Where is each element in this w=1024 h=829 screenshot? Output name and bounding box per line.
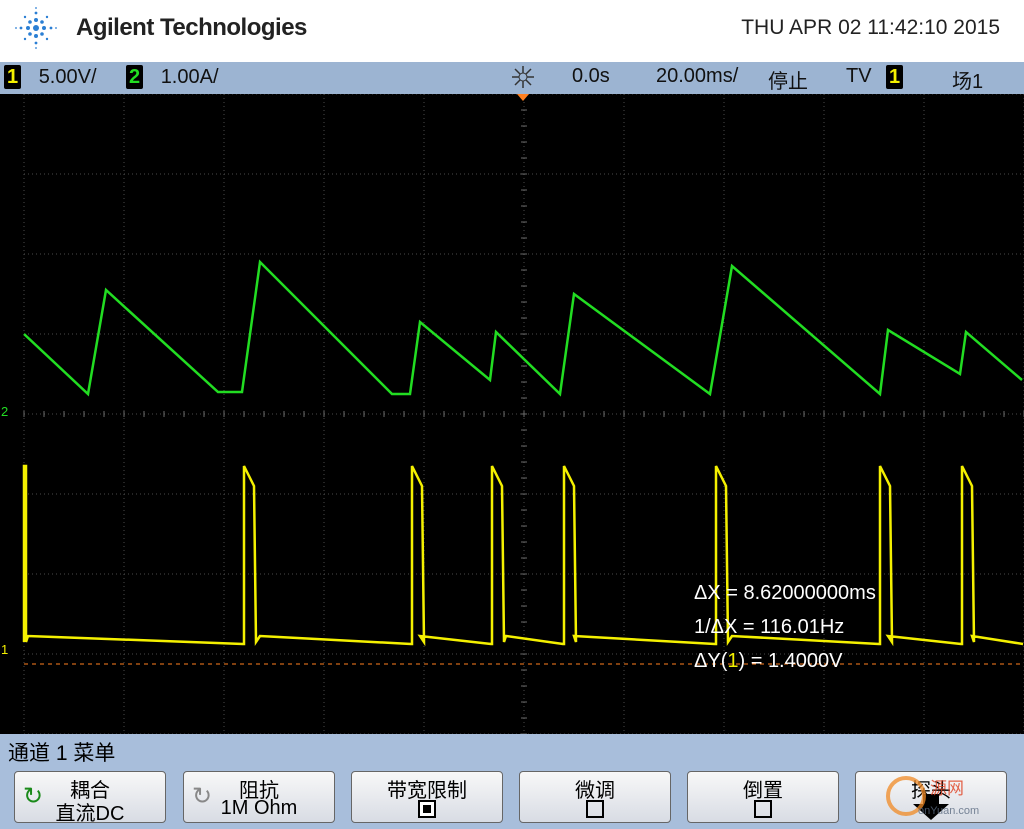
menu-title: 通道 1 菜单 xyxy=(8,742,116,765)
cursor-readout: ΔX = 8.62000000ms 1/ΔX = 116.01Hz ΔY(1) … xyxy=(694,576,876,678)
ch1-scale: 5.00V/ xyxy=(38,66,97,88)
ch1-ground-marker[interactable]: 1 xyxy=(1,642,8,657)
dx-value: 8.62000000ms xyxy=(743,582,876,604)
vernier-checkbox[interactable] xyxy=(586,799,604,818)
trigger-type: TV xyxy=(846,65,872,87)
datetime: THU APR 02 11:42:10 2015 xyxy=(741,16,1000,39)
site-watermark: 源网 onYuan.com xyxy=(886,776,979,817)
bw-limit-checkbox[interactable] xyxy=(418,799,436,818)
ch2-ground-marker[interactable]: 2 xyxy=(1,404,8,419)
impedance-softkey[interactable]: ↻ 阻抗 1M Ohm xyxy=(183,771,335,823)
inv-dx-value: 116.01Hz xyxy=(760,616,845,638)
ch2-badge: 2 xyxy=(126,65,144,89)
ch1-badge: 1 xyxy=(4,65,22,89)
ch2-scale: 1.00A/ xyxy=(160,66,219,88)
delay-value[interactable]: 0.0s xyxy=(572,65,610,88)
timebase-value[interactable]: 20.00ms/ xyxy=(656,65,738,88)
dx-label: ΔX = xyxy=(694,582,744,604)
ch1-indicator[interactable]: 1 5.00V/ xyxy=(4,65,97,89)
vernier-softkey[interactable]: 微调 xyxy=(519,771,671,823)
status-bar: 1 5.00V/ 2 1.00A/ 0.0s 20.00ms/ 停止 TV 1 … xyxy=(0,62,1024,94)
ch2-indicator[interactable]: 2 1.00A/ xyxy=(126,65,219,89)
invert-softkey[interactable]: 倒置 xyxy=(687,771,839,823)
impedance-value: 1M Ohm xyxy=(220,797,298,819)
dy-label-pre: ΔY( xyxy=(694,650,728,672)
invert-checkbox[interactable] xyxy=(754,799,772,818)
softkey-bar: ↻ 耦合 直流DC ↻ 阻抗 1M Ohm 带宽限制 微调 倒置 探头 源网 o… xyxy=(0,764,1024,829)
svg-text:源网: 源网 xyxy=(930,779,964,799)
run-state: 停止 xyxy=(768,71,808,93)
inv-dx-label: 1/ΔX = xyxy=(694,616,761,638)
title-bar: Agilent Technologies THU APR 02 11:42:10… xyxy=(0,0,1024,62)
waveform-display[interactable]: 2 1 ΔX = 8.62000000ms 1/ΔX = 116.01Hz ΔY… xyxy=(0,94,1024,734)
menu-title-bar: 通道 1 菜单 xyxy=(0,734,1024,765)
bw-limit-softkey[interactable]: 带宽限制 xyxy=(351,771,503,823)
dy-value: 1.4000V xyxy=(767,650,843,672)
brand-name: Agilent Technologies xyxy=(76,14,307,41)
trigger-field: 场1 xyxy=(952,71,984,93)
trigger-sparkle-icon xyxy=(510,64,536,96)
coupling-softkey[interactable]: ↻ 耦合 直流DC xyxy=(14,771,166,825)
trigger-position-marker[interactable] xyxy=(517,94,529,101)
agilent-spark-icon xyxy=(15,7,57,49)
dy-channel: 1 xyxy=(727,650,739,672)
ch2-trace xyxy=(23,259,1023,397)
dy-label-post: ) = xyxy=(738,650,768,672)
coupling-value: 直流DC xyxy=(55,803,125,825)
svg-text:onYuan.com: onYuan.com xyxy=(918,805,979,817)
trigger-source: 1 xyxy=(886,65,904,89)
